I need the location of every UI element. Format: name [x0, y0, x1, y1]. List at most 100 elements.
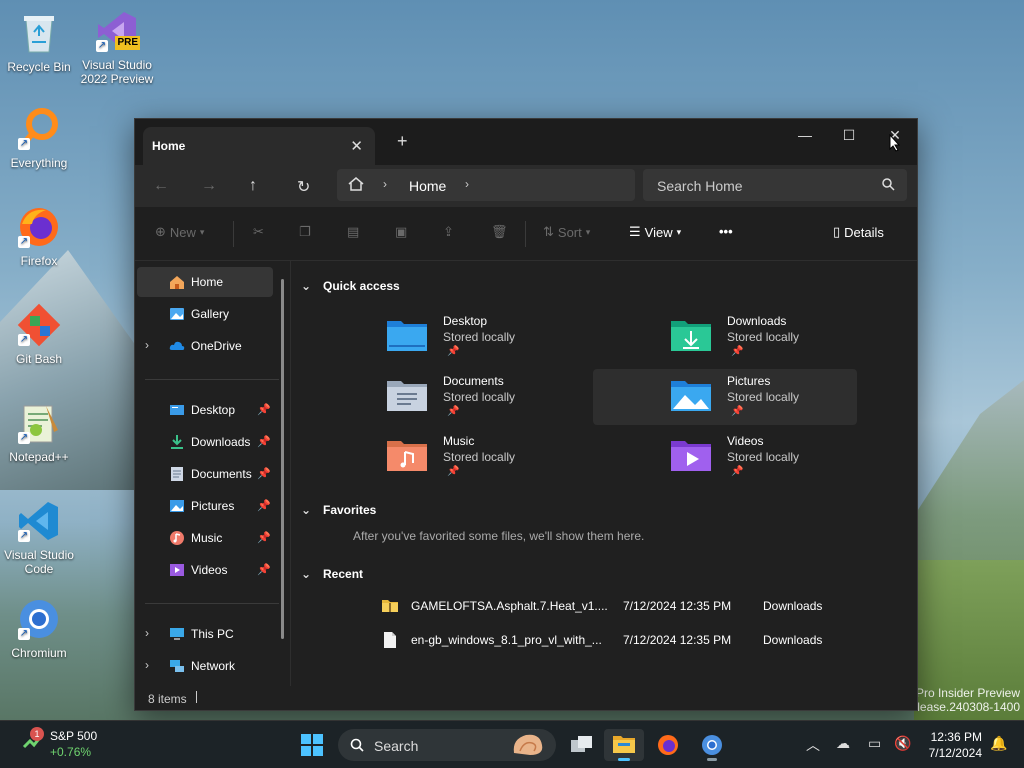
tab-home[interactable]: Home ✕ — [143, 127, 375, 165]
pin-icon: 📌 — [731, 346, 744, 357]
desktop-icon-firefox[interactable]: ↗ Firefox — [1, 204, 77, 268]
search-icon — [350, 738, 364, 752]
new-tab-button[interactable]: + — [397, 132, 408, 150]
taskbar-chromium[interactable] — [692, 729, 732, 761]
pictures-icon — [170, 500, 184, 512]
home-icon — [348, 177, 364, 191]
chevron-down-icon: ▾ — [199, 226, 205, 237]
breadcrumb-chevron[interactable]: › — [383, 177, 387, 191]
chevron-down-icon[interactable]: ⌄ — [301, 567, 311, 581]
table-row[interactable]: GAMELOFTSA.Asphalt.7.Heat_v1.... 7/12/20… — [373, 593, 893, 621]
onedrive-tray-icon[interactable]: ☁ — [836, 735, 850, 752]
git-bash-icon: ↗ — [16, 302, 62, 348]
view-button[interactable]: ☰ View ▾ — [629, 224, 681, 240]
volume-muted-icon[interactable]: 🔇 — [894, 735, 911, 752]
desktop-icon-vscode[interactable]: ↗ Visual Studio Code — [1, 498, 77, 576]
rename-icon[interactable]: ▣ — [395, 224, 407, 240]
maximize-button[interactable]: ☐ — [829, 127, 869, 149]
sidebar-item-home[interactable]: Home — [137, 267, 273, 297]
breadcrumb-home[interactable]: Home — [409, 178, 446, 194]
pin-icon[interactable]: 📌 — [257, 531, 271, 544]
details-button[interactable]: ▯ Details — [833, 224, 884, 240]
desktop-folder-icon — [387, 321, 427, 351]
taskbar-firefox[interactable] — [648, 729, 688, 761]
copy-icon[interactable]: ❐ — [299, 224, 311, 240]
add-icon: ⊕ — [155, 224, 166, 239]
notification-bell-icon[interactable]: 🔔 — [990, 735, 1007, 752]
chevron-down-icon[interactable]: ⌄ — [301, 279, 311, 293]
desktop-icon-everything[interactable]: ↗ Everything — [1, 106, 77, 170]
search-icon — [882, 178, 895, 191]
tab-close-icon[interactable]: ✕ — [350, 137, 363, 155]
chevron-right-icon[interactable]: › — [145, 626, 149, 640]
pin-icon: 📌 — [447, 346, 460, 357]
start-button[interactable] — [300, 733, 324, 757]
sidebar-item-network[interactable]: › Network — [137, 651, 273, 681]
quick-access-videos[interactable]: Videos Stored locally 📌 — [663, 429, 927, 485]
pin-icon[interactable]: 📌 — [257, 435, 271, 448]
sidebar-item-downloads[interactable]: Downloads 📌 — [137, 427, 273, 457]
sidebar-item-desktop[interactable]: Desktop 📌 — [137, 395, 273, 425]
chevron-right-icon[interactable]: › — [145, 658, 149, 672]
sidebar-item-videos[interactable]: Videos 📌 — [137, 555, 273, 585]
more-options-button[interactable]: ••• — [719, 224, 733, 239]
chromium-icon: ↗ — [16, 596, 62, 642]
search-input[interactable]: Search Home — [643, 169, 907, 201]
sidebar-item-pictures[interactable]: Pictures 📌 — [137, 491, 273, 521]
gallery-icon — [170, 308, 184, 320]
taskbar-file-explorer[interactable] — [604, 729, 644, 761]
sidebar-item-this-pc[interactable]: › This PC — [137, 619, 273, 649]
visual-studio-icon: PRE ↗ — [94, 8, 140, 54]
pin-icon[interactable]: 📌 — [257, 563, 271, 576]
new-button[interactable]: ⊕ New ▾ — [155, 224, 204, 240]
desktop-icon-git-bash[interactable]: ↗ Git Bash — [1, 302, 77, 366]
table-row[interactable]: en-gb_windows_8.1_pro_vl_with_... 7/12/2… — [373, 627, 893, 655]
quick-access-header[interactable]: ⌄ Quick access — [301, 279, 400, 293]
task-view-icon — [571, 736, 592, 752]
pin-icon[interactable]: 📌 — [257, 499, 271, 512]
taskbar-task-view[interactable] — [562, 729, 602, 761]
recycle-bin-icon — [16, 10, 62, 56]
taskbar-search[interactable]: Search — [338, 729, 556, 761]
delete-icon[interactable]: 🗑 — [491, 224, 508, 240]
sidebar-item-documents[interactable]: Documents 📌 — [137, 459, 273, 489]
sidebar-scrollbar[interactable] — [281, 279, 284, 639]
breadcrumb-chevron[interactable]: › — [465, 177, 469, 191]
forward-button[interactable]: → — [201, 177, 217, 195]
quick-access-pictures[interactable]: Pictures Stored locally 📌 — [593, 369, 857, 425]
chevron-down-icon: ▾ — [585, 226, 591, 237]
network-tray-icon[interactable]: ▭ — [868, 735, 881, 752]
back-button[interactable]: ← — [153, 177, 169, 195]
favorites-header[interactable]: ⌄ Favorites — [301, 503, 376, 517]
quick-access-music[interactable]: Music Stored locally 📌 — [379, 429, 643, 485]
up-button[interactable]: ↑ — [249, 177, 257, 195]
chromium-icon — [702, 735, 722, 755]
quick-access-downloads[interactable]: Downloads Stored locally 📌 — [663, 309, 927, 365]
sort-button[interactable]: ⇅ Sort ▾ — [543, 224, 590, 240]
pin-icon[interactable]: 📌 — [257, 467, 271, 480]
system-clock[interactable]: 12:36 PM 7/12/2024 — [918, 729, 982, 761]
sidebar-item-music[interactable]: Music 📌 — [137, 523, 273, 553]
refresh-button[interactable]: ↻ — [297, 177, 310, 197]
chevron-right-icon[interactable]: › — [145, 338, 149, 352]
cut-icon[interactable]: ✂ — [253, 224, 264, 240]
desktop-icon-chromium[interactable]: ↗ Chromium — [1, 596, 77, 660]
stock-widget[interactable]: 1 S&P 500 +0.76% — [22, 727, 97, 759]
recent-header[interactable]: ⌄ Recent — [301, 567, 363, 581]
minimize-button[interactable]: — — [785, 127, 825, 149]
shortcut-arrow-icon: ↗ — [18, 530, 30, 542]
address-field[interactable]: › Home › — [337, 169, 635, 201]
chevron-down-icon[interactable]: ⌄ — [301, 503, 311, 517]
chevron-down-icon: ▾ — [676, 226, 682, 237]
notepad-plus-plus-icon: ↗ — [16, 400, 62, 446]
show-hidden-icons-chevron[interactable]: ︿ — [806, 735, 820, 755]
paste-icon[interactable]: ▤ — [347, 224, 359, 240]
desktop-icon-visual-studio[interactable]: PRE ↗ Visual Studio 2022 Preview — [79, 8, 155, 86]
pin-icon[interactable]: 📌 — [257, 403, 271, 416]
quick-access-desktop[interactable]: Desktop Stored locally 📌 — [379, 309, 643, 365]
desktop-icon-recycle-bin[interactable]: Recycle Bin — [1, 10, 77, 74]
desktop-icon-notepad-plus-plus[interactable]: ↗ Notepad++ — [1, 400, 77, 464]
sidebar-item-onedrive[interactable]: › OneDrive — [137, 331, 273, 361]
sidebar-item-gallery[interactable]: Gallery — [137, 299, 273, 329]
share-icon[interactable]: ⇪ — [443, 224, 454, 240]
